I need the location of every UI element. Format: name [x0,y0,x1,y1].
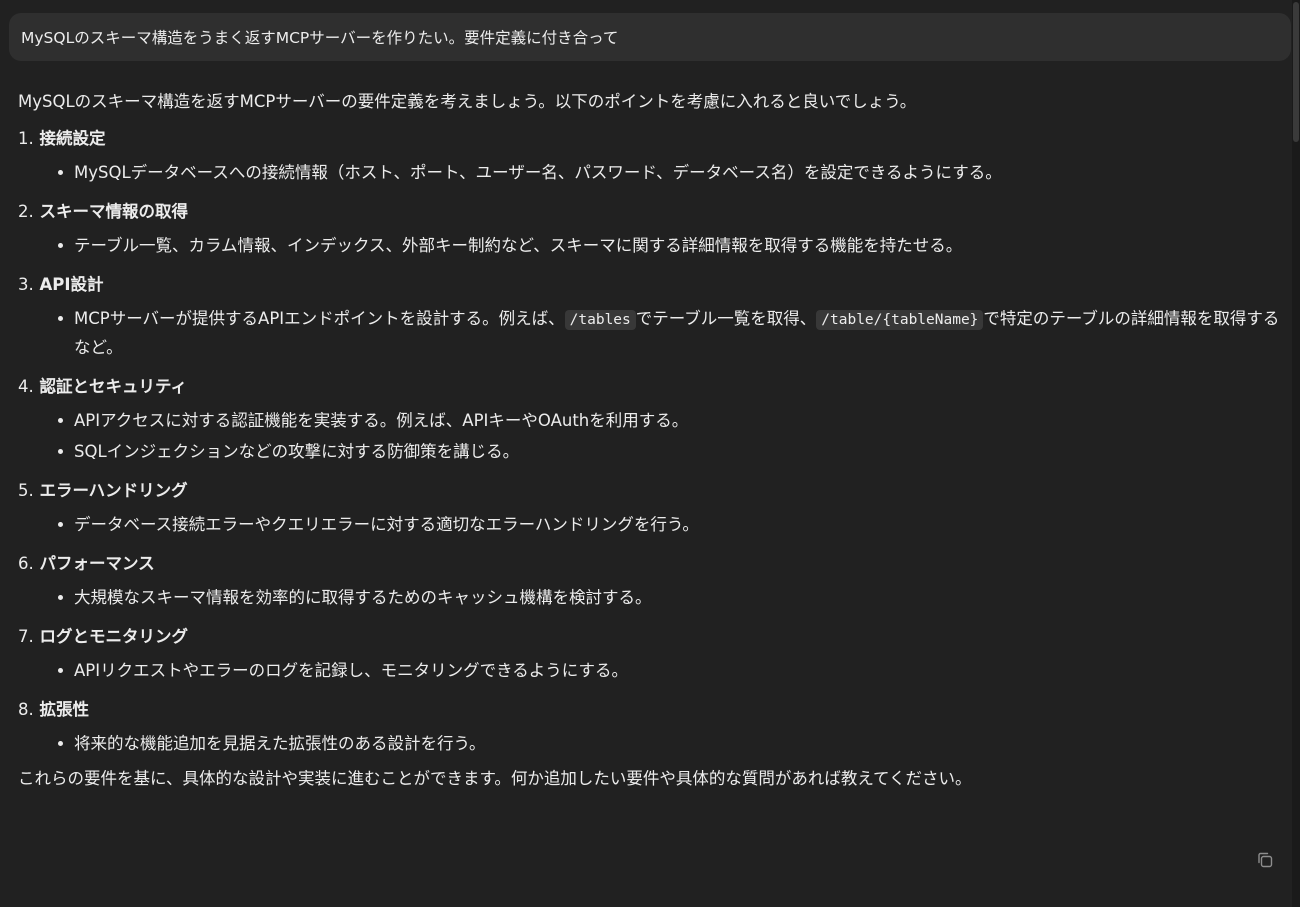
section-extensibility: 8. 拡張性 将来的な機能追加を見据えた拡張性のある設計を行う。 [18,696,1290,757]
list-item-text: でテーブル一覧を取得、 [635,309,817,328]
bullet-list: 大規模なスキーマ情報を効率的に取得するためのキャッシュ機構を検討する。 [18,584,1290,611]
section-title: ログとモニタリング [39,627,189,646]
section-heading: 1. 接続設定 [18,125,1290,155]
bullet-list: MCPサーバーが提供するAPIエンドポイントを設計する。例えば、/tables で… [18,305,1290,361]
list-item: データベース接続エラーやクエリエラーに対する適切なエラーハンドリングを行う。 [18,511,1290,538]
section-schema-info: 2. スキーマ情報の取得 テーブル一覧、カラム情報、インデックス、外部キー制約な… [18,198,1290,259]
section-performance: 6. パフォーマンス 大規模なスキーマ情報を効率的に取得するためのキャッシュ機構… [18,550,1290,611]
bullet-dot [58,243,63,248]
list-item: 大規模なスキーマ情報を効率的に取得するためのキャッシュ機構を検討する。 [18,584,1290,611]
section-number: 7. [18,627,34,646]
list-item: MCPサーバーが提供するAPIエンドポイントを設計する。例えば、/tables で… [18,305,1290,361]
assistant-message: MySQLのスキーマ構造を返すMCPサーバーの要件定義を考えましょう。以下のポイ… [18,88,1290,792]
section-title: パフォーマンス [39,554,155,573]
bullet-dot [58,316,63,321]
list-item-text: APIリクエストやエラーのログを記録し、モニタリングできるようにする。 [74,661,628,680]
bullet-dot [58,170,63,175]
user-message-text: MySQLのスキーマ構造をうまく返すMCPサーバーを作りたい。要件定義に付き合っ… [21,29,619,47]
bullet-list: APIリクエストやエラーのログを記録し、モニタリングできるようにする。 [18,657,1290,684]
bullet-list: MySQLデータベースへの接続情報（ホスト、ポート、ユーザー名、パスワード、デー… [18,159,1290,186]
bullet-list: 将来的な機能追加を見据えた拡張性のある設計を行う。 [18,730,1290,757]
list-item-text: 大規模なスキーマ情報を効率的に取得するためのキャッシュ機構を検討する。 [74,588,652,607]
section-heading: 7. ログとモニタリング [18,623,1290,653]
section-title: API設計 [39,275,104,294]
section-error-handling: 5. エラーハンドリング データベース接続エラーやクエリエラーに対する適切なエラ… [18,477,1290,538]
section-number: 3. [18,275,34,294]
list-item-text: APIアクセスに対する認証機能を実装する。例えば、APIキーやOAuthを利用す… [74,411,689,430]
bullet-list: テーブル一覧、カラム情報、インデックス、外部キー制約など、スキーマに関する詳細情… [18,232,1290,259]
list-item-text: MCPサーバーが提供するAPIエンドポイントを設計する。例えば、 [74,309,565,328]
bullet-dot [58,449,63,454]
list-item: APIリクエストやエラーのログを記録し、モニタリングできるようにする。 [18,657,1290,684]
bullet-dot [58,668,63,673]
section-auth-security: 4. 認証とセキュリティ APIアクセスに対する認証機能を実装する。例えば、AP… [18,373,1290,465]
bullet-dot [58,595,63,600]
list-item: テーブル一覧、カラム情報、インデックス、外部キー制約など、スキーマに関する詳細情… [18,232,1290,259]
scrollbar-thumb[interactable] [1293,2,1299,142]
bullet-dot [58,418,63,423]
section-heading: 2. スキーマ情報の取得 [18,198,1290,228]
section-title: 接続設定 [39,129,106,148]
section-number: 2. [18,202,34,221]
inline-code-tables: /tables [564,310,636,330]
section-number: 8. [18,700,34,719]
bullet-dot [58,741,63,746]
section-heading: 3. API設計 [18,271,1290,301]
section-heading: 5. エラーハンドリング [18,477,1290,507]
assistant-intro: MySQLのスキーマ構造を返すMCPサーバーの要件定義を考えましょう。以下のポイ… [18,92,917,111]
section-title: 拡張性 [39,700,90,719]
list-item: APIアクセスに対する認証機能を実装する。例えば、APIキーやOAuthを利用す… [18,407,1290,434]
list-item-text: テーブル一覧、カラム情報、インデックス、外部キー制約など、スキーマに関する詳細情… [74,236,963,255]
section-number: 4. [18,377,34,396]
bullet-list: APIアクセスに対する認証機能を実装する。例えば、APIキーやOAuthを利用す… [18,407,1290,465]
bullet-dot [58,522,63,527]
user-message-bubble: MySQLのスキーマ構造をうまく返すMCPサーバーを作りたい。要件定義に付き合っ… [9,13,1291,61]
copy-icon[interactable] [1255,850,1275,870]
list-item: MySQLデータベースへの接続情報（ホスト、ポート、ユーザー名、パスワード、デー… [18,159,1290,186]
section-number: 5. [18,481,34,500]
section-heading: 8. 拡張性 [18,696,1290,726]
section-api-design: 3. API設計 MCPサーバーが提供するAPIエンドポイントを設計する。例えば… [18,271,1290,361]
section-heading: 6. パフォーマンス [18,550,1290,580]
section-title: スキーマ情報の取得 [39,202,189,221]
list-item-text: MySQLデータベースへの接続情報（ホスト、ポート、ユーザー名、パスワード、デー… [74,163,1002,182]
inline-code-table-name: /table/{tableName} [816,310,984,330]
list-item: 将来的な機能追加を見据えた拡張性のある設計を行う。 [18,730,1290,757]
section-logging-monitoring: 7. ログとモニタリング APIリクエストやエラーのログを記録し、モニタリングで… [18,623,1290,684]
section-title: エラーハンドリング [39,481,188,500]
chat-page: MySQLのスキーマ構造をうまく返すMCPサーバーを作りたい。要件定義に付き合っ… [0,0,1300,907]
list-item-text: SQLインジェクションなどの攻撃に対する防御策を講じる。 [74,442,520,461]
section-number: 1. [18,129,34,148]
section-title: 認証とセキュリティ [39,377,188,396]
bullet-list: データベース接続エラーやクエリエラーに対する適切なエラーハンドリングを行う。 [18,511,1290,538]
scrollbar[interactable] [1292,0,1300,907]
section-number: 6. [18,554,34,573]
list-item-text: データベース接続エラーやクエリエラーに対する適切なエラーハンドリングを行う。 [74,515,699,534]
list-item: SQLインジェクションなどの攻撃に対する防御策を講じる。 [18,438,1290,465]
assistant-closing: これらの要件を基に、具体的な設計や実装に進むことができます。何か追加したい要件や… [18,769,972,788]
section-connection: 1. 接続設定 MySQLデータベースへの接続情報（ホスト、ポート、ユーザー名、… [18,125,1290,186]
section-heading: 4. 認証とセキュリティ [18,373,1290,403]
list-item-text: 将来的な機能追加を見据えた拡張性のある設計を行う。 [74,734,486,753]
